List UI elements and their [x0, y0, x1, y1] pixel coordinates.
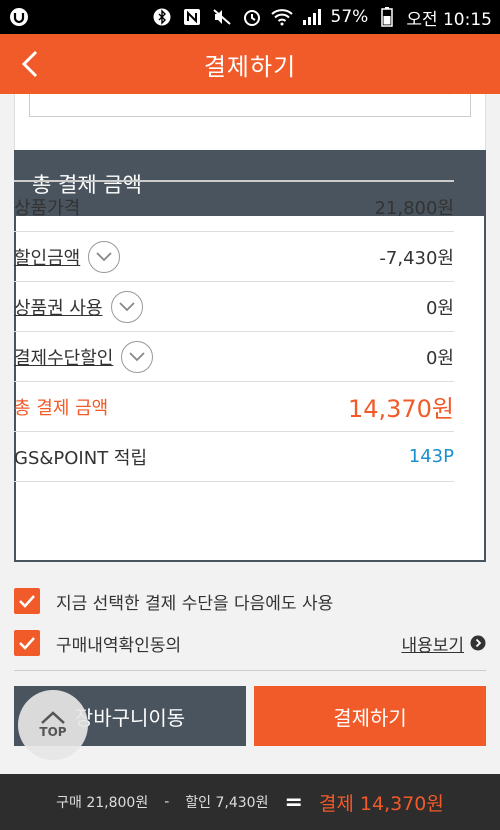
total-row: 총 결제 금액 14,370원 — [14, 382, 454, 432]
discount-row: 할인금액 -7,430원 — [14, 232, 454, 282]
discount-value: -7,430원 — [379, 247, 454, 269]
point-value: 143P — [408, 446, 454, 467]
chevron-down-icon — [449, 94, 451, 95]
chevron-down-icon — [129, 351, 145, 361]
voucher-value: 0원 — [425, 297, 454, 319]
payment-total-bar: 구매 21,800원 - 할인 7,430원 = 결제 14,370원 — [0, 774, 500, 830]
price-value: 21,800원 — [374, 197, 454, 219]
chevron-down-icon — [96, 251, 112, 261]
clock: 오전 10:15 — [406, 9, 492, 30]
discount-label[interactable]: 할인금액 — [14, 244, 80, 270]
chevron-down-icon — [118, 301, 135, 311]
app-bar: 결제하기 — [0, 34, 500, 94]
price-label: 상품가격 — [14, 197, 81, 219]
signal-icon — [301, 6, 323, 28]
payment-content: 총 결제 금액 상품가격 21,800원 할인금액 -7,430원 상품권 사용… — [0, 94, 500, 774]
wifi-icon — [270, 6, 293, 28]
chevron-up-icon — [41, 711, 65, 724]
payment-amount: 결제 14,370원 — [318, 792, 444, 815]
scroll-top-button[interactable]: TOP — [18, 690, 88, 760]
equals-sign: = — [284, 789, 303, 815]
payment-method-select[interactable] — [29, 94, 471, 117]
checkmark-icon — [19, 637, 35, 650]
method-discount-label[interactable]: 결제수단할인 — [14, 344, 113, 370]
view-details-label: 내용보기 — [401, 635, 464, 656]
divider — [14, 670, 486, 671]
nfc-icon — [181, 6, 203, 28]
point-row: GS&POINT 적립 143P — [14, 432, 454, 482]
point-label: GS&POINT 적립 — [14, 447, 148, 469]
chevron-left-icon — [21, 50, 38, 78]
page-title: 결제하기 — [203, 52, 297, 81]
status-bar: 57% 오전 10:15 — [0, 0, 500, 34]
voucher-label[interactable]: 상품권 사용 — [14, 294, 103, 320]
chevron-right-circle-icon — [470, 635, 486, 651]
method-discount-row: 결제수단할인 0원 — [14, 332, 454, 382]
battery-percent: 57% — [330, 7, 369, 27]
battery-icon — [376, 6, 398, 28]
pay-button[interactable]: 결제하기 — [254, 686, 486, 746]
agree-label: 구매내역확인동의 — [56, 635, 182, 656]
view-details-link[interactable]: 내용보기 — [401, 631, 486, 656]
price-row: 상품가격 21,800원 — [14, 182, 454, 232]
mute-icon — [211, 6, 233, 28]
scroll-top-label: TOP — [39, 725, 67, 739]
method-discount-expand-button[interactable] — [121, 340, 154, 373]
alarm-icon — [241, 6, 263, 28]
bluetooth-icon — [151, 6, 173, 28]
purchase-amount: 구매 21,800원 — [56, 795, 149, 811]
total-label: 총 결제 금액 — [14, 397, 109, 419]
checkmark-icon — [19, 595, 35, 608]
summary-rows: 상품가격 21,800원 할인금액 -7,430원 상품권 사용 0원 결제수단… — [14, 180, 454, 482]
agree-row: 구매내역확인동의 내용보기 — [14, 622, 486, 664]
save-method-label: 지금 선택한 결제 수단을 다음에도 사용 — [56, 593, 334, 614]
discount-expand-button[interactable] — [88, 240, 121, 273]
method-discount-value: 0원 — [425, 347, 454, 369]
app-notification-icon — [8, 6, 30, 28]
total-value: 14,370원 — [347, 395, 454, 423]
save-method-row: 지금 선택한 결제 수단을 다음에도 사용 — [14, 580, 486, 622]
discount-amount: 할인 7,430원 — [185, 795, 269, 811]
voucher-row: 상품권 사용 0원 — [14, 282, 454, 332]
minus-sign: - — [164, 794, 170, 810]
back-button[interactable] — [16, 48, 44, 80]
agreement-checks: 지금 선택한 결제 수단을 다음에도 사용 구매내역확인동의 내용보기 — [14, 580, 486, 664]
agree-checkbox[interactable] — [14, 630, 40, 656]
save-method-checkbox[interactable] — [14, 588, 40, 614]
voucher-expand-button[interactable] — [110, 290, 143, 323]
